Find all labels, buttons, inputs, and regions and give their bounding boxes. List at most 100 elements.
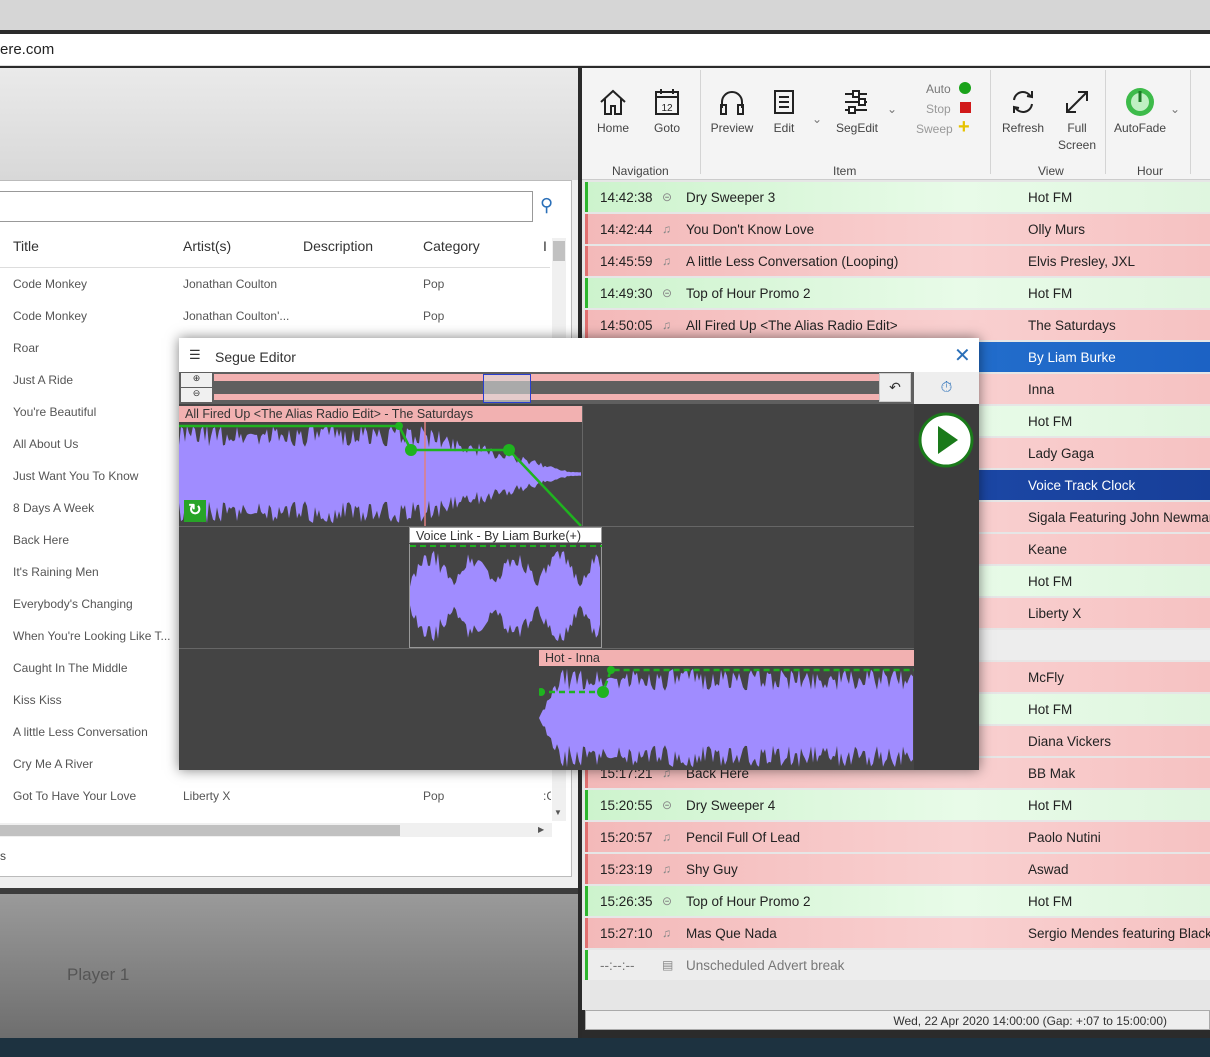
playlist-row-time: 15:23:19	[600, 862, 653, 877]
segue-editor-icon: ☰	[189, 347, 201, 363]
preview-button[interactable]: Preview	[707, 86, 757, 135]
stop-label[interactable]: Stop	[926, 102, 951, 116]
refresh-label: Refresh	[1000, 121, 1046, 135]
home-icon	[597, 86, 629, 118]
scroll-down-arrow-icon[interactable]: ▼	[554, 808, 562, 817]
playlist-row-artist: Hot FM	[1028, 894, 1072, 909]
library-row-artist: Liberty X	[183, 789, 293, 803]
autofade-dropdown-chevron-icon[interactable]: ⌄	[1170, 102, 1180, 116]
track3-waveform[interactable]	[539, 666, 914, 770]
link-icon: ⊝	[662, 798, 672, 812]
playlist-row-time: 14:42:44	[600, 222, 653, 237]
playlist-row[interactable]: 15:27:10♫Mas Que NadaSergio Mendes featu…	[585, 918, 1210, 948]
track1-label[interactable]: All Fired Up <The Alias Radio Edit> - Th…	[179, 406, 582, 422]
search-icon[interactable]: ⚲	[540, 195, 553, 216]
playlist-row[interactable]: 15:20:55⊝Dry Sweeper 4Hot FM	[585, 790, 1210, 820]
playlist-row[interactable]: 14:49:30⊝Top of Hour Promo 2Hot FM	[585, 278, 1210, 308]
goto-label: Goto	[646, 121, 688, 135]
column-header-artists[interactable]: Artist(s)	[183, 238, 231, 254]
library-horizontal-scroll-thumb[interactable]	[0, 825, 400, 836]
library-row-title: Kiss Kiss	[13, 693, 173, 707]
library-row-category: Pop	[423, 789, 483, 803]
library-row[interactable]: Got To Have Your Love Liberty X Pop :C	[0, 780, 550, 812]
auto-label[interactable]: Auto	[926, 82, 951, 96]
playlist-row-artist: Hot FM	[1028, 414, 1072, 429]
library-row-extra: :C	[543, 789, 551, 803]
library-row-title: Back Here	[13, 533, 173, 547]
playlist-row[interactable]: 14:50:05♫All Fired Up <The Alias Radio E…	[585, 310, 1210, 340]
playlist-row-time: 15:27:10	[600, 926, 653, 941]
library-row-title: Code Monkey	[13, 309, 173, 323]
link-icon: ⊝	[662, 894, 672, 908]
track3-label[interactable]: Hot - Inna	[539, 650, 914, 666]
refresh-button[interactable]: Refresh	[1000, 86, 1046, 135]
address-bar[interactable]: ere.com	[0, 34, 1210, 66]
segue-editor-title: Segue Editor	[215, 349, 296, 365]
track1-waveform[interactable]	[179, 422, 583, 526]
sweep-label[interactable]: Sweep	[916, 122, 953, 136]
segue-side-panel: ⏱	[914, 372, 979, 770]
track2-label[interactable]: Voice Link - By Liam Burke(+)	[409, 527, 602, 543]
goto-button[interactable]: 12 Goto	[646, 86, 688, 135]
edit-dropdown-chevron-icon[interactable]: ⌄	[812, 112, 822, 126]
music-note-icon: ♫	[662, 254, 671, 268]
library-search-input[interactable]	[0, 191, 533, 222]
playlist-row[interactable]: 14:42:44♫You Don't Know LoveOlly Murs	[585, 214, 1210, 244]
edit-button[interactable]: Edit	[768, 86, 800, 135]
library-row-artist: Jonathan Coulton'...	[183, 309, 293, 323]
library-row[interactable]: Code MonkeyJonathan CoultonPop	[0, 268, 550, 300]
library-row-title: Got To Have Your Love	[13, 789, 173, 803]
library-row-title: Just Want You To Know	[13, 469, 173, 483]
playlist-row-title: A little Less Conversation (Looping)	[686, 254, 898, 269]
playlist-row[interactable]: 14:45:59♫A little Less Conversation (Loo…	[585, 246, 1210, 276]
zoom-out-icon[interactable]: ⊖	[181, 388, 212, 402]
playlist-row[interactable]: 15:26:35⊝Top of Hour Promo 2Hot FM	[585, 886, 1210, 916]
column-header-description[interactable]: Description	[303, 238, 373, 254]
autofade-icon	[1124, 86, 1156, 118]
player-panel[interactable]	[0, 888, 578, 1038]
overview-viewport-handle[interactable]	[483, 374, 531, 403]
home-button[interactable]: Home	[592, 86, 634, 135]
library-row[interactable]: Code Monkey Jonathan Coulton'... Pop	[0, 300, 550, 332]
music-note-icon: ♫	[662, 830, 671, 844]
zoom-in-icon[interactable]: ⊕	[181, 373, 212, 387]
ribbon-toolbar: Home 12 Goto Preview Edit ⌄ SegEdit ⌄ Au…	[582, 68, 1210, 180]
link-icon: ⊝	[662, 190, 672, 204]
column-header-intro[interactable]: I	[543, 238, 550, 254]
group-item-label: Item	[833, 164, 856, 178]
playlist-row-title: Dry Sweeper 3	[686, 190, 775, 205]
playlist-row[interactable]: 14:42:38⊝Dry Sweeper 3Hot FM	[585, 182, 1210, 212]
library-row-title: Roar	[13, 341, 173, 355]
scroll-right-arrow-icon[interactable]: ▶	[538, 825, 544, 834]
column-header-title[interactable]: Title	[13, 238, 39, 254]
autofade-button[interactable]: AutoFade	[1112, 86, 1168, 135]
playlist-row-time: 14:42:38	[600, 190, 653, 205]
playlist-row[interactable]: --:--:--▤Unscheduled Advert break	[585, 950, 1210, 980]
track2-waveform[interactable]	[410, 544, 602, 648]
full-screen-button[interactable]: Full Screen	[1056, 86, 1098, 152]
music-note-icon: ♫	[662, 318, 671, 332]
library-row-artist: Jonathan Coulton	[183, 277, 293, 291]
library-row-category: Pop	[423, 277, 483, 291]
library-row-category: Pop	[423, 309, 483, 323]
segedit-button[interactable]: SegEdit	[832, 86, 882, 135]
play-button[interactable]	[918, 412, 974, 468]
playlist-row[interactable]: 15:23:19♫Shy GuyAswad	[585, 854, 1210, 884]
home-label: Home	[592, 121, 634, 135]
playlist-row[interactable]: 15:20:57♫Pencil Full Of LeadPaolo Nutini	[585, 822, 1210, 852]
segue-overview-bar[interactable]: ⊕ ⊖ ↶	[179, 372, 914, 404]
column-header-category[interactable]: Category	[423, 238, 480, 254]
playlist-row-title: Top of Hour Promo 2	[686, 286, 811, 301]
library-vertical-scroll-thumb[interactable]	[553, 241, 565, 261]
segue-editor-titlebar[interactable]: ☰ Segue Editor ✕	[179, 338, 979, 372]
calendar-day-text: 12	[661, 103, 673, 114]
loop-icon[interactable]: ↻	[184, 500, 206, 522]
segedit-dropdown-chevron-icon[interactable]: ⌄	[887, 102, 897, 116]
group-navigation-label: Navigation	[612, 164, 669, 178]
undo-icon[interactable]: ↶	[879, 373, 911, 402]
link-icon: ⊝	[662, 286, 672, 300]
close-icon[interactable]: ✕	[954, 343, 971, 368]
playlist-row-artist: Paolo Nutini	[1028, 830, 1101, 845]
full-screen-label-line1: Full	[1056, 121, 1098, 135]
clock-icon[interactable]: ⏱	[914, 372, 979, 404]
